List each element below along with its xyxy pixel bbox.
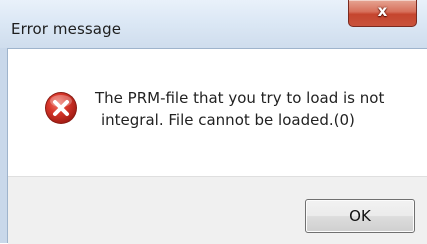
title-bar[interactable]: Error message x [0,0,427,48]
window-title: Error message [11,20,122,38]
error-message: The PRM-file that you try to load is not… [95,87,415,131]
message-line-2: integral. File cannot be loaded.(0) [101,111,355,129]
message-line-1: The PRM-file that you try to load is not [95,89,385,107]
close-button[interactable]: x [348,0,417,27]
error-icon [45,92,77,124]
dialog-body: The PRM-file that you try to load is not… [7,48,427,244]
close-icon: x [377,2,388,20]
error-dialog: Error message x The PRM-file that you tr… [0,0,427,244]
button-bar: OK [8,176,427,244]
ok-button[interactable]: OK [305,199,415,233]
